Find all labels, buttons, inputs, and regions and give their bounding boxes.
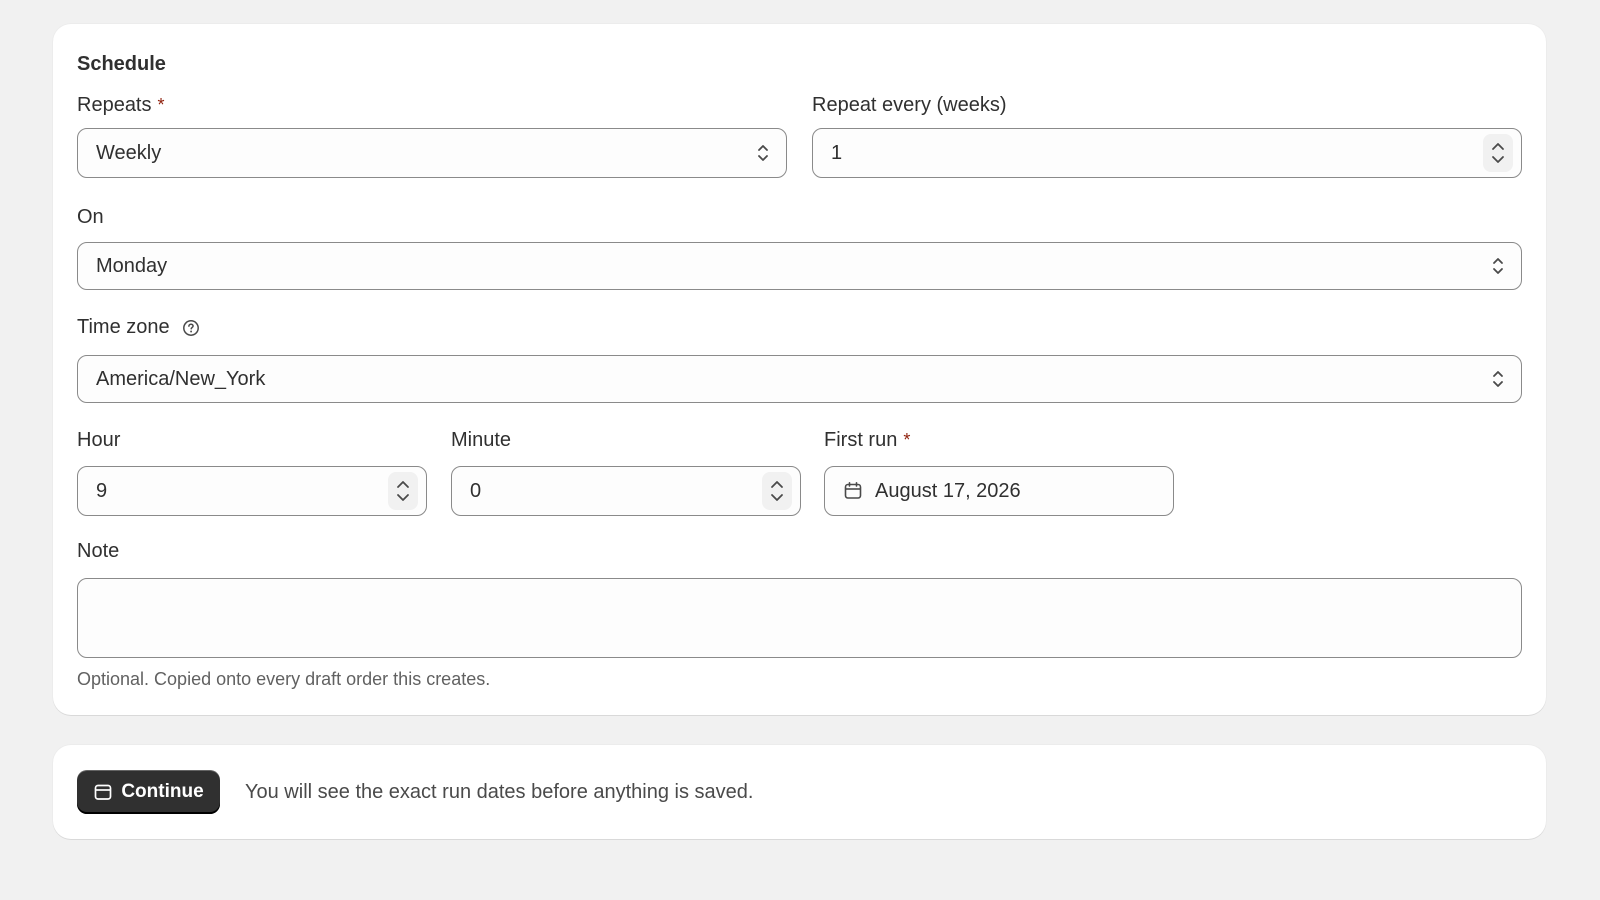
- actions-card: Continue You will see the exact run date…: [53, 745, 1546, 839]
- time-zone-label-text: Time zone: [77, 316, 170, 338]
- repeat-every-input[interactable]: 1: [812, 128, 1522, 178]
- minute-label: Minute: [451, 429, 512, 451]
- repeat-every-value: 1: [831, 141, 843, 164]
- calendar-icon: [94, 784, 112, 800]
- repeats-select[interactable]: Weekly: [77, 128, 787, 178]
- on-select[interactable]: Monday: [77, 242, 1522, 290]
- hour-value: 9: [96, 479, 108, 502]
- hour-input[interactable]: 9: [77, 466, 427, 516]
- calendar-icon: [844, 481, 862, 499]
- hour-label: Hour: [77, 429, 121, 451]
- time-zone-select[interactable]: America/New_York: [77, 355, 1522, 403]
- note-help-text: Optional. Copied onto every draft order …: [77, 669, 491, 689]
- note-textarea[interactable]: [77, 578, 1522, 658]
- note-label: Note: [77, 540, 120, 562]
- repeat-every-label: Repeat every (weeks): [812, 94, 1007, 116]
- question-circle-icon[interactable]: [182, 319, 200, 337]
- run-dates-info: You will see the exact run dates before …: [245, 781, 754, 803]
- chevron-up-down-icon: [1493, 258, 1503, 274]
- schedule-card: Schedule Repeats * Weekly Repeat every (…: [53, 24, 1546, 715]
- stepper-icon[interactable]: [762, 472, 792, 510]
- repeats-label: Repeats *: [77, 94, 165, 117]
- time-zone-value: America/New_York: [96, 367, 266, 390]
- minute-value: 0: [470, 479, 482, 502]
- section-title: Schedule: [77, 53, 166, 75]
- continue-button-label: Continue: [121, 781, 204, 802]
- chevron-up-down-icon: [1493, 371, 1503, 387]
- repeats-value: Weekly: [96, 141, 162, 164]
- stepper-icon[interactable]: [388, 472, 418, 510]
- time-zone-label: Time zone: [77, 316, 200, 339]
- first-run-value: August 17, 2026: [875, 479, 1021, 502]
- required-mark: *: [157, 95, 165, 115]
- first-run-label-text: First run: [824, 429, 898, 451]
- stepper-icon[interactable]: [1483, 134, 1513, 172]
- on-label: On: [77, 206, 104, 228]
- repeats-label-text: Repeats: [77, 94, 152, 116]
- chevron-up-down-icon: [758, 145, 768, 161]
- first-run-label: First run *: [824, 429, 910, 452]
- minute-input[interactable]: 0: [451, 466, 801, 516]
- on-value: Monday: [96, 254, 168, 277]
- required-mark: *: [903, 430, 911, 450]
- continue-button[interactable]: Continue: [77, 770, 220, 814]
- first-run-date-picker[interactable]: August 17, 2026: [824, 466, 1174, 516]
